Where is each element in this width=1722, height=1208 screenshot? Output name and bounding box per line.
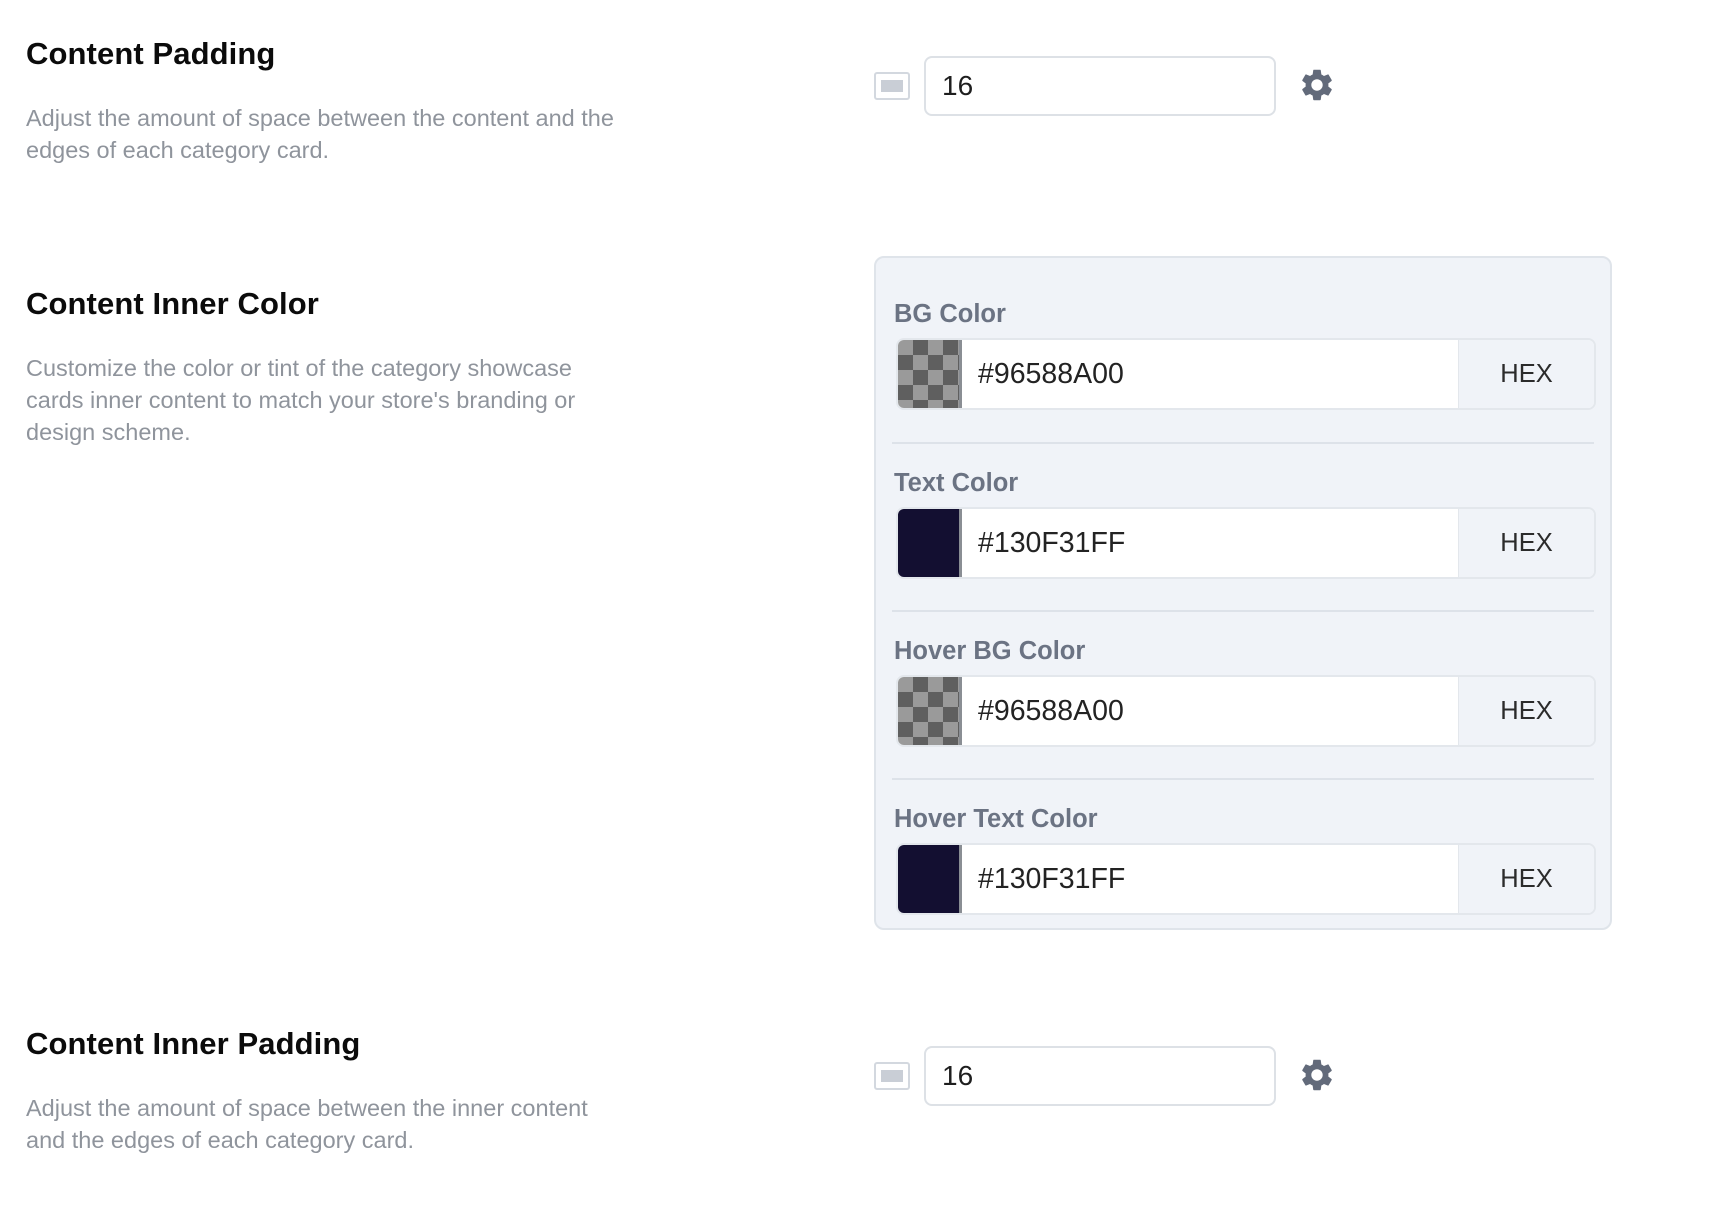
- color-field: #130F31FF HEX: [896, 507, 1596, 579]
- color-mode-toggle[interactable]: HEX: [1458, 677, 1594, 745]
- color-mode-toggle[interactable]: HEX: [1458, 509, 1594, 577]
- content-inner-padding-section: Content Inner Padding Adjust the amount …: [0, 1010, 1722, 1200]
- hex-input[interactable]: #130F31FF: [978, 509, 1125, 577]
- hex-input[interactable]: #96588A00: [978, 340, 1124, 408]
- content-padding-section: Content Padding Adjust the amount of spa…: [0, 0, 1722, 200]
- color-mode-toggle[interactable]: HEX: [1458, 845, 1594, 913]
- desktop-icon[interactable]: [874, 72, 910, 100]
- divider: [892, 442, 1594, 444]
- color-swatch[interactable]: [898, 340, 962, 408]
- content-padding-title: Content Padding: [26, 36, 276, 71]
- color-field: #96588A00 HEX: [896, 338, 1596, 410]
- content-inner-padding-title: Content Inner Padding: [26, 1026, 361, 1061]
- hex-input[interactable]: #96588A00: [978, 677, 1124, 745]
- color-label: Hover BG Color: [894, 637, 1086, 665]
- color-field: #130F31FF HEX: [896, 843, 1596, 915]
- gear-icon[interactable]: [1298, 66, 1336, 104]
- divider: [892, 778, 1594, 780]
- color-label: Hover Text Color: [894, 805, 1098, 833]
- content-inner-padding-description: Adjust the amount of space between the i…: [26, 1095, 588, 1153]
- color-label: Text Color: [894, 469, 1019, 497]
- content-inner-color-title: Content Inner Color: [26, 286, 319, 321]
- color-swatch[interactable]: [898, 845, 962, 913]
- divider: [892, 610, 1594, 612]
- color-panel: BG Color #96588A00 HEX Text Color #130F3…: [874, 256, 1612, 930]
- desktop-icon[interactable]: [874, 1062, 910, 1090]
- content-inner-padding-input[interactable]: 16: [924, 1046, 1276, 1106]
- color-label: BG Color: [894, 300, 1006, 328]
- content-padding-description: Adjust the amount of space between the c…: [26, 105, 614, 163]
- gear-icon[interactable]: [1298, 1056, 1336, 1094]
- color-mode-toggle[interactable]: HEX: [1458, 340, 1594, 408]
- content-padding-input[interactable]: 16: [924, 56, 1276, 116]
- color-field: #96588A00 HEX: [896, 675, 1596, 747]
- hex-input[interactable]: #130F31FF: [978, 845, 1125, 913]
- color-swatch[interactable]: [898, 509, 962, 577]
- color-swatch[interactable]: [898, 677, 962, 745]
- content-inner-color-description: Customize the color or tint of the categ…: [26, 355, 576, 445]
